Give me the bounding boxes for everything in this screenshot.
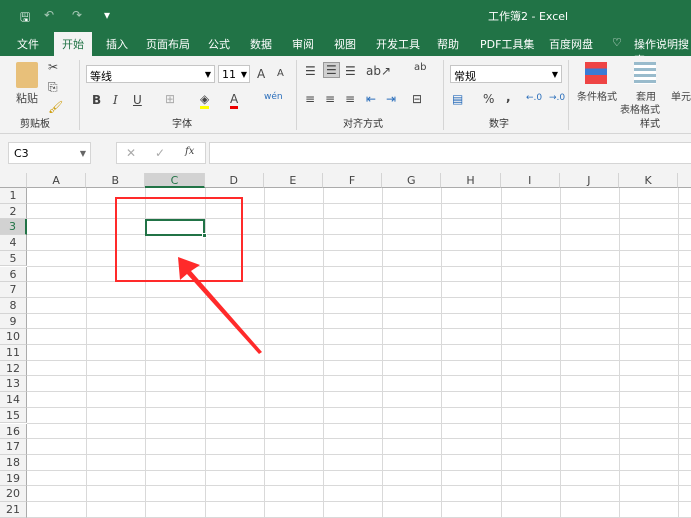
- annotation-arrow: [178, 257, 262, 354]
